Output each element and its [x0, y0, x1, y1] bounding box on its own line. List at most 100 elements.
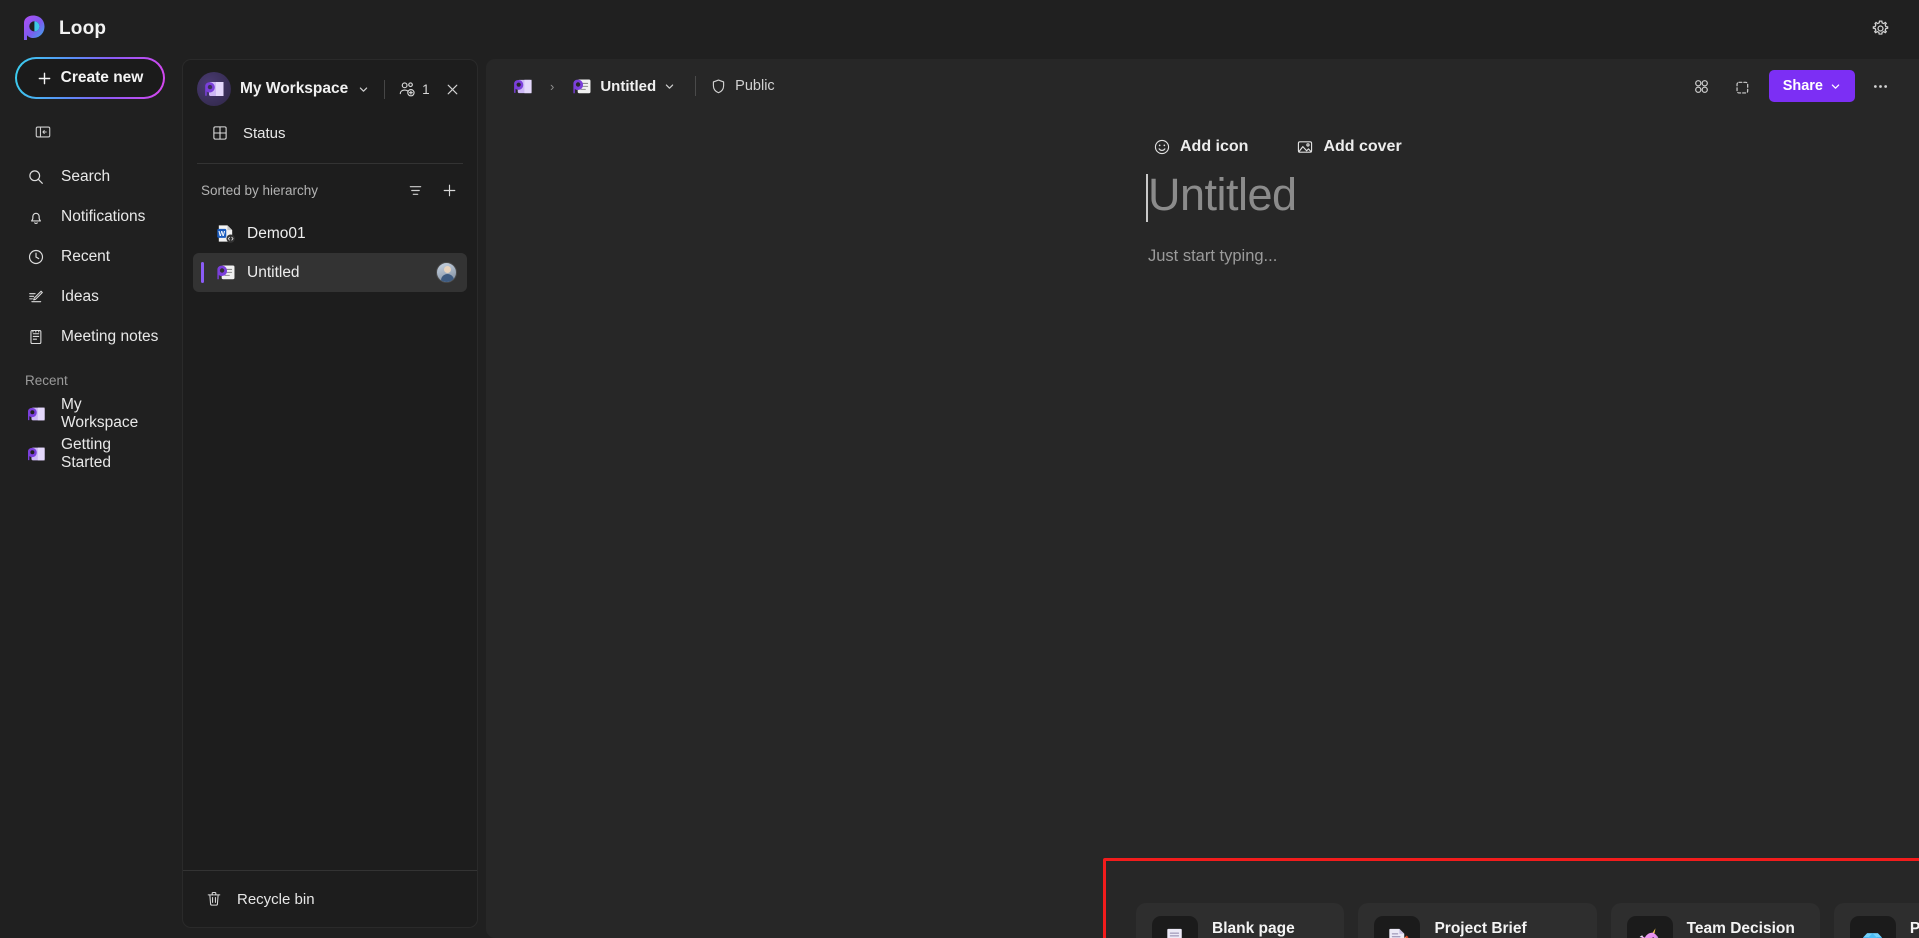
breadcrumb-page[interactable]: Untitled: [565, 73, 681, 100]
recent-section-label: Recent: [25, 373, 68, 388]
project-brief-icon: [1374, 916, 1421, 938]
recycle-bin-button[interactable]: Recycle bin: [193, 881, 467, 917]
template-card-title: Team Decision: [1686, 919, 1795, 937]
visibility-button[interactable]: Public: [710, 78, 775, 95]
workspace-status-item[interactable]: Status: [203, 116, 465, 150]
more-horizontal-icon: [1871, 77, 1890, 96]
add-cover-button[interactable]: Add cover: [1289, 133, 1408, 161]
divider: [384, 79, 386, 99]
close-icon: [445, 82, 460, 97]
settings-button[interactable]: [1863, 12, 1897, 46]
people-count: 1: [422, 81, 430, 97]
workspace-icon: [25, 444, 46, 465]
app-root: Loop Create new Search Notifications Rec…: [0, 0, 1919, 938]
bell-icon: [25, 207, 46, 228]
sidebar-item-ideas[interactable]: Ideas: [12, 277, 170, 317]
image-icon: [1296, 138, 1314, 156]
loop-logo-icon: [18, 14, 48, 44]
document-area: › Untitled Public Share Add icon Add cov…: [486, 59, 1919, 938]
brand: Loop: [18, 14, 106, 44]
chevron-down-icon[interactable]: [358, 84, 369, 95]
collapse-sidebar-button[interactable]: [28, 117, 58, 147]
search-icon: [25, 167, 46, 188]
share-label: Share: [1782, 78, 1823, 94]
page-tree: W Demo01 Untitled: [183, 210, 477, 870]
workspace-panel-footer: Recycle bin: [183, 870, 477, 927]
sort-row: Sorted by hierarchy: [183, 164, 477, 210]
sidebar-item-my-workspace[interactable]: My Workspace: [12, 394, 170, 434]
status-label: Status: [243, 124, 286, 142]
close-panel-button[interactable]: [439, 74, 466, 104]
add-people-button[interactable]: 1: [398, 80, 430, 99]
add-icon-label: Add icon: [1180, 138, 1249, 155]
page-title-input[interactable]: Untitled: [1146, 169, 1919, 222]
document-content: Add icon Add cover Untitled Just start t…: [486, 113, 1919, 266]
left-rail: Create new Search Notifications Recent I…: [0, 57, 182, 938]
page-title-text: Untitled: [1148, 169, 1297, 220]
sidebar-item-label: Meeting notes: [61, 328, 159, 345]
chevron-down-icon[interactable]: [664, 81, 675, 92]
template-card-project-planning[interactable]: Project Planning Aggregate for under...: [1833, 903, 1919, 938]
sidebar-item-label: Ideas: [61, 288, 99, 305]
workspace-panel-header: My Workspace 1: [183, 60, 477, 114]
document-toolbar: › Untitled Public Share: [486, 59, 1919, 113]
create-new-button[interactable]: Create new: [15, 57, 165, 99]
workspace-panel: My Workspace 1 Status Sorted by hierarch…: [182, 59, 478, 928]
document-body-placeholder[interactable]: Just start typing...: [1146, 247, 1919, 266]
breadcrumb: › Untitled: [506, 73, 681, 100]
shield-icon: [710, 78, 727, 95]
components-button[interactable]: [1685, 69, 1719, 103]
sidebar-item-notifications[interactable]: Notifications: [12, 197, 170, 237]
add-page-button[interactable]: [435, 176, 463, 204]
add-cover-label: Add cover: [1323, 138, 1402, 155]
more-options-button[interactable]: [1863, 69, 1897, 103]
app-title: Loop: [59, 17, 107, 39]
breadcrumb-page-title: Untitled: [600, 77, 657, 95]
sidebar-item-label: Search: [61, 168, 111, 185]
loop-page-icon: [215, 263, 236, 282]
workspace-avatar: [197, 72, 231, 106]
sort-button[interactable]: [401, 176, 429, 204]
smiley-icon: [1153, 138, 1171, 156]
sort-actions: [401, 176, 463, 204]
sidebar-item-search[interactable]: Search: [12, 157, 170, 197]
status-grid-icon: [211, 124, 229, 142]
sidebar-item-meeting-notes[interactable]: Meeting notes: [12, 317, 170, 357]
copy-link-button[interactable]: [1727, 69, 1761, 103]
workspace-title[interactable]: My Workspace: [240, 80, 348, 98]
sidebar-item-getting-started[interactable]: Getting Started: [12, 434, 170, 474]
add-icon-button[interactable]: Add icon: [1146, 133, 1255, 161]
workspace-icon: [512, 78, 533, 95]
sort-icon: [407, 182, 424, 199]
plus-icon: [441, 182, 458, 199]
breadcrumb-workspace[interactable]: [506, 74, 539, 99]
template-card-text: Team Decision Ideate and decide: [1687, 920, 1798, 938]
app-header: Loop: [0, 0, 1919, 57]
svg-text:W: W: [219, 231, 226, 238]
team-decision-icon: [1626, 916, 1673, 938]
template-card-blank-page[interactable]: Blank page Start from scratch: [1136, 903, 1345, 938]
clock-icon: [25, 247, 46, 268]
project-planning-icon: [1849, 916, 1896, 938]
copy-link-icon: [1734, 77, 1753, 96]
word-doc-icon: W: [215, 223, 236, 244]
template-card-title: Project Brief: [1434, 919, 1527, 937]
app-body: Create new Search Notifications Recent I…: [0, 57, 1919, 938]
sorted-label: Sorted by hierarchy: [201, 182, 319, 198]
collapse-panel-icon: [34, 123, 52, 141]
template-suggestions: Blank page Start from scratch: [1136, 903, 1919, 938]
template-card-text: Blank page Start from scratch: [1212, 920, 1322, 938]
visibility-label: Public: [735, 78, 775, 94]
avatar: [436, 262, 457, 283]
template-card-team-decision[interactable]: Team Decision Ideate and decide: [1610, 903, 1820, 938]
template-card-text: Project Brief Plan, organize, and t...: [1434, 920, 1574, 938]
sidebar-item-recent[interactable]: Recent: [12, 237, 170, 277]
tree-item-untitled[interactable]: Untitled: [193, 253, 467, 292]
sidebar-item-label: Recent: [61, 248, 111, 265]
share-button[interactable]: Share: [1768, 70, 1855, 102]
template-card-project-brief[interactable]: Project Brief Plan, organize, and t...: [1358, 903, 1597, 938]
tree-item-demo01[interactable]: W Demo01: [193, 214, 467, 253]
gear-icon: [1871, 19, 1890, 38]
sidebar-item-label: Notifications: [61, 208, 146, 225]
document-add-row: Add icon Add cover: [1146, 133, 1919, 161]
